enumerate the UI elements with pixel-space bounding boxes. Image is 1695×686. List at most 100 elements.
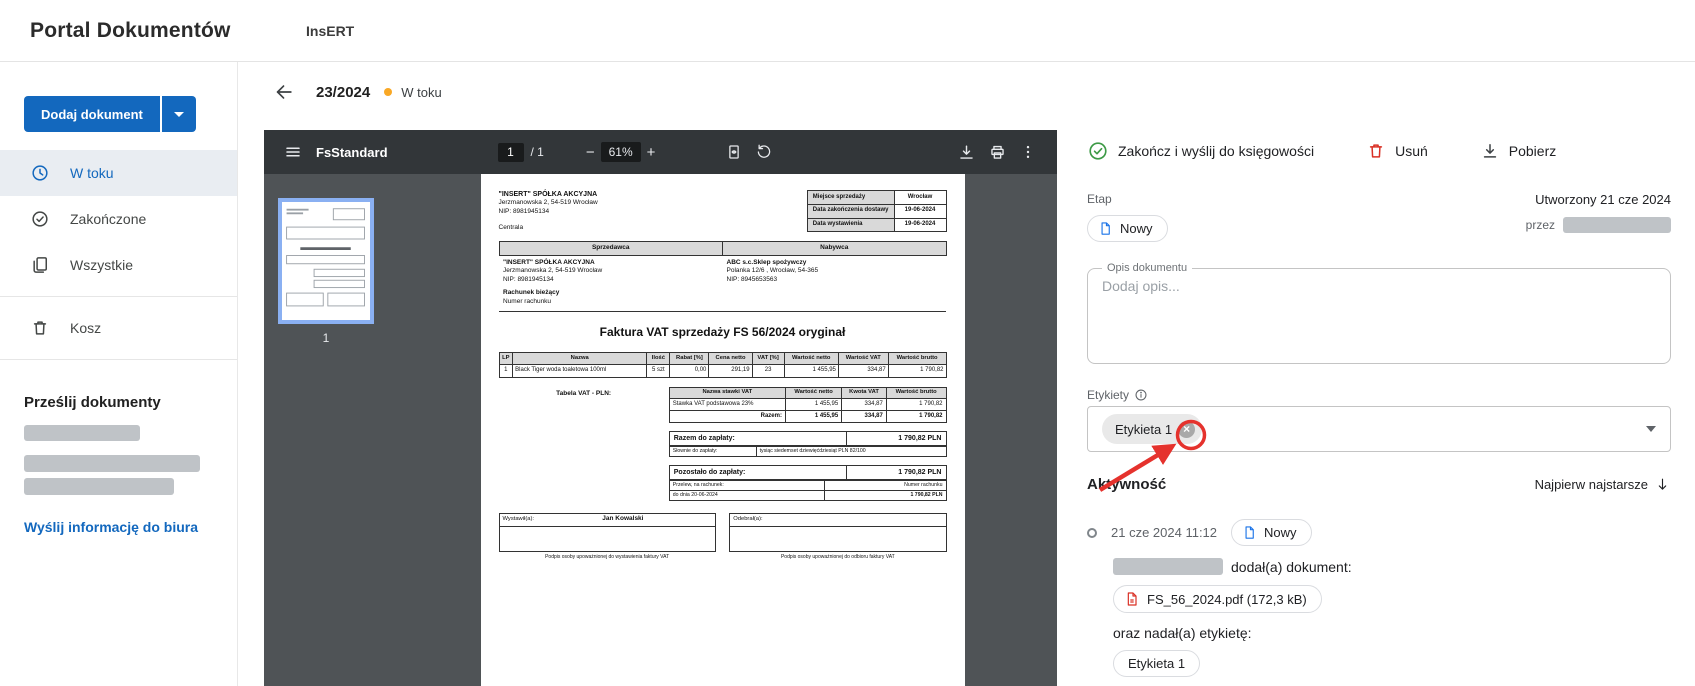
divider [0, 296, 237, 297]
inv-text: Podpis osoby upoważnionej do wystawienia… [545, 553, 670, 560]
inv-text: Jerzmanowska 2, 54-519 Wrocław [498, 199, 598, 207]
label-chip[interactable]: Etykieta 1 × [1102, 414, 1203, 444]
entry-stage-chip: Nowy [1231, 519, 1312, 546]
zoom-out-button[interactable]: − [583, 142, 598, 163]
inv-cell: Wrocław [893, 190, 947, 205]
delete-button[interactable]: Usuń [1366, 141, 1428, 161]
back-arrow-icon [276, 85, 292, 99]
inv-cell: tysiąc siedemset dziewięćdziesiąt PLN 82… [755, 446, 947, 457]
sidebar-item-label: Zakończone [70, 211, 147, 227]
file-chip-label: FS_56_2024.pdf (172,3 kB) [1147, 591, 1307, 607]
finish-and-send-button[interactable]: Zakończ i wyślij do księgowości [1087, 140, 1314, 162]
description-input[interactable] [1096, 276, 1662, 346]
check-circle-icon [1089, 142, 1107, 160]
entry-label-chip: Etykieta 1 [1113, 650, 1201, 677]
remove-label-icon[interactable]: × [1178, 420, 1196, 438]
stage-chip[interactable]: Nowy [1087, 215, 1168, 242]
inv-text: Jerzmanowska 2, 54-519 Wrocław [503, 267, 603, 275]
received-by-box: Odebrał(a): [729, 512, 947, 552]
page-thumbnail[interactable] [278, 198, 374, 324]
labels-select[interactable]: Etykieta 1 × [1087, 406, 1671, 452]
pdf-icon [1127, 592, 1137, 606]
redacted-block [1113, 558, 1223, 575]
inv-cell: 1 [498, 364, 514, 378]
inv-cell: 1 790,82 [885, 398, 947, 412]
dropdown-caret-icon [1646, 426, 1656, 432]
inv-col: Nazwa stawki VAT [668, 386, 786, 400]
inv-cell: 334,87 [841, 398, 887, 412]
back-button[interactable] [270, 78, 298, 106]
invoice-items-table: LP Nazwa Ilość Rabat [%] Cena netto VAT … [498, 351, 947, 378]
fit-page-icon[interactable] [722, 140, 746, 164]
file-chip[interactable]: FS_56_2024.pdf (172,3 kB) [1113, 585, 1322, 613]
add-document-button[interactable]: Dodaj dokument [24, 96, 160, 132]
sidebar-item-all[interactable]: Wszystkie [0, 242, 237, 288]
inv-cell: 23 [751, 364, 785, 378]
zoom-level[interactable]: 61% [600, 142, 641, 162]
thumbnail-page-number: 1 [322, 331, 330, 345]
page-count: / 1 [530, 145, 544, 159]
send-info-to-office-link[interactable]: Wyślij informację do biura [24, 519, 198, 535]
invoice-remaining-table: Pozostało do zapłaty: 1 790,82 PLN [668, 464, 947, 481]
status-label: W toku [401, 84, 442, 100]
inv-cell: 1 790,82 PLN [845, 431, 947, 447]
page-number-input[interactable] [497, 142, 524, 162]
check-circle-icon [32, 211, 48, 227]
inv-text: NIP: 8981945134 [503, 275, 554, 283]
inv-cell: Numer rachunku [824, 480, 947, 491]
inv-text: NIP: 8981945134 [498, 207, 550, 215]
inv-text: Rachunek bieżący [503, 289, 560, 297]
download-icon[interactable] [954, 140, 979, 165]
inv-cell: 291,19 [708, 364, 753, 378]
invoice-meta-table: Miejsce sprzedaży Wrocław Data zakończeni… [806, 190, 947, 233]
sidebar-item-in-progress[interactable]: W toku [0, 150, 237, 196]
zoom-in-button[interactable]: + [644, 142, 659, 163]
sidebar-item-completed[interactable]: Zakończone [0, 196, 237, 242]
invoice-total-table: Razem do zapłaty: 1 790,82 PLN [668, 431, 947, 447]
sort-button[interactable]: Najpierw najstarsze [1535, 476, 1671, 493]
inv-cell: Stawka VAT podstawowa 23% [668, 398, 786, 412]
inv-cell: Przelew, na rachunek: [668, 480, 826, 491]
inv-text: NIP: 8945653563 [726, 275, 778, 283]
inv-cell: 5 szt [646, 364, 671, 378]
invoice-words-table: Słownie do zapłaty: tysiąc siedemset dzie… [668, 446, 947, 457]
inv-cell: do dnia 20-06-2024 [668, 489, 826, 501]
inv-text: ABC s.c.Sklep spożywczy [726, 258, 807, 266]
inv-text: Odebrał(a): [733, 515, 763, 522]
action-label: Zakończ i wyślij do księgowości [1118, 143, 1315, 159]
brand-label: InsERT [306, 22, 355, 39]
inv-cell: Razem: [668, 410, 786, 424]
inv-cell: 1 790,82 [885, 410, 947, 424]
document-canvas[interactable]: "INSERT" SPÓŁKA AKCYJNA Jerzmanowska 2, … [388, 174, 1057, 686]
top-bar: Portal Dokumentów InsERT [0, 0, 1695, 62]
inv-cell: 1 455,95 [783, 364, 839, 378]
entry-action-text: dodał(a) dokument: [1231, 558, 1352, 575]
rotate-icon[interactable] [752, 140, 776, 164]
timeline-dot [1087, 527, 1097, 538]
invoice-payment-info-table: Przelew, na rachunek: Numer rachunku do d… [668, 480, 947, 501]
add-document-dropdown-button[interactable] [161, 96, 196, 132]
inv-cell: Nabywca [722, 241, 947, 256]
download-button[interactable]: Pobierz [1480, 141, 1556, 161]
sidebar: Dodaj dokument W toku Zakończone Wszystk… [0, 62, 238, 686]
download-icon [1483, 144, 1496, 158]
entry-timestamp: 21 cze 2024 11:12 [1111, 525, 1218, 540]
documents-icon [33, 257, 48, 273]
print-icon[interactable] [985, 140, 1010, 165]
pdf-viewer: FsStandard / 1 − 61% + [264, 130, 1057, 686]
inv-col: Nazwa [512, 351, 648, 366]
thumbnail-preview [286, 208, 365, 307]
inv-cell: Miejsce sprzedaży [806, 190, 895, 205]
pdf-document-title: FsStandard [316, 144, 388, 160]
breadcrumb: 23/2024 W toku [238, 62, 1695, 122]
inv-cell: 1 790,82 PLN [845, 464, 947, 481]
redacted-block [24, 455, 200, 472]
document-number: 23/2024 [316, 83, 371, 101]
inv-col: Kwota VAT [841, 386, 887, 400]
document-icon [1245, 526, 1254, 539]
sidebar-item-trash[interactable]: Kosz [0, 305, 237, 351]
viewer-menu-icon[interactable] [281, 140, 305, 164]
inv-col: Rabat [%] [669, 351, 710, 366]
more-options-icon[interactable] [1016, 140, 1040, 164]
activity-entry: 21 cze 2024 11:12 Nowy dodał(a) dokument… [1087, 519, 1671, 677]
